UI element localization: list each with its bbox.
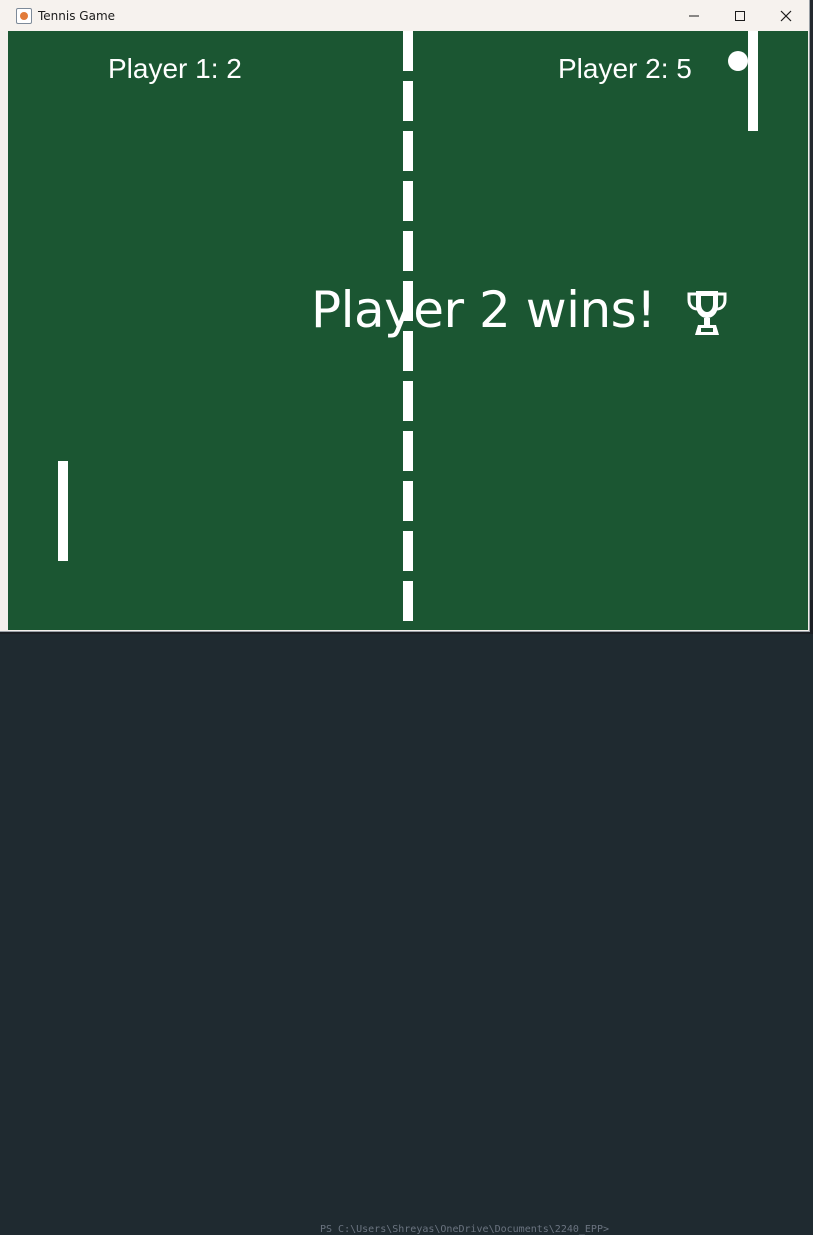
winner-banner: Player 2 wins! [311,281,728,339]
game-window: Tennis Game Player 1: 2 Player 2: 5 Play… [0,0,809,631]
center-line-dash [403,531,413,571]
title-bar[interactable]: Tennis Game [0,0,809,31]
center-line-dash [403,481,413,521]
ball [728,51,748,71]
close-button[interactable] [763,0,809,31]
minimize-icon [689,15,699,16]
center-line-dash [403,181,413,221]
center-line-dash [403,81,413,121]
center-line-dash [403,581,413,621]
player1-score: Player 1: 2 [108,53,242,84]
winner-text: Player 2 wins! [311,281,656,339]
window-controls [671,0,809,31]
maximize-button[interactable] [717,0,763,31]
minimize-button[interactable] [671,0,717,31]
trophy-icon [687,291,727,335]
terminal-prompt: PS C:\Users\Shreyas\OneDrive\Documents\2… [320,1224,609,1235]
center-line-dash [403,231,413,271]
game-court[interactable]: Player 1: 2 Player 2: 5 Player 2 wins! [8,31,808,630]
player2-score: Player 2: 5 [558,53,692,84]
close-icon [780,10,792,21]
center-line-dash [403,31,413,71]
java-app-icon [16,7,32,24]
center-line-dash [403,131,413,171]
center-line-dash [403,381,413,421]
player2-paddle [748,31,758,131]
player1-paddle [58,461,68,561]
center-line-dash [403,431,413,471]
maximize-icon [735,10,745,21]
window-title: Tennis Game [38,8,116,23]
